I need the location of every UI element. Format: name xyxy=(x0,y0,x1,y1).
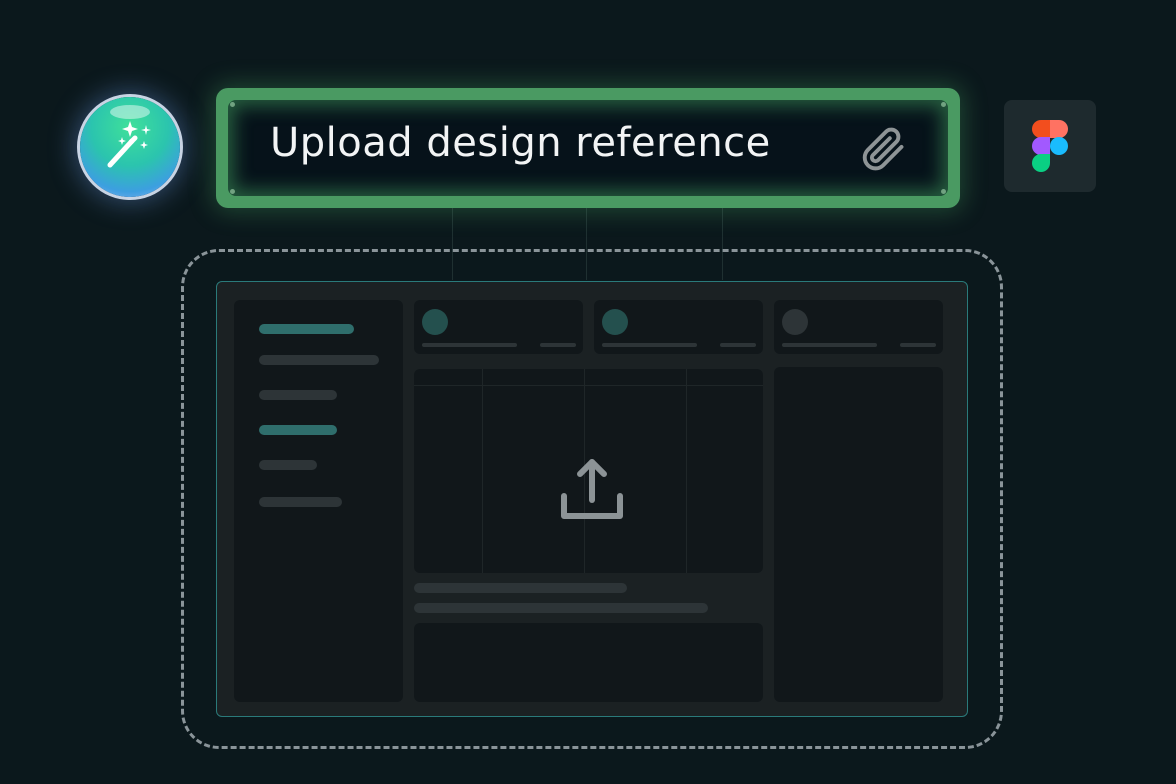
mock-bottom-panel xyxy=(414,623,763,702)
mock-grid-line xyxy=(686,369,687,573)
mock-avatar xyxy=(782,309,808,335)
magic-wand-icon xyxy=(107,121,151,168)
mock-text-line xyxy=(414,583,627,593)
mock-card-line xyxy=(540,343,576,347)
figma-logo-icon xyxy=(1032,120,1068,172)
mock-nav-bar xyxy=(259,460,317,470)
mock-card-line xyxy=(720,343,756,347)
figma-button[interactable] xyxy=(1004,100,1096,192)
upload-prompt-label: Upload design reference xyxy=(270,120,771,166)
corner-dot xyxy=(230,189,235,194)
mock-avatar xyxy=(422,309,448,335)
mock-stat-card xyxy=(774,300,943,354)
mock-stat-card xyxy=(594,300,763,354)
upload-icon[interactable] xyxy=(559,456,625,522)
corner-dot xyxy=(941,189,946,194)
mock-text-line xyxy=(414,603,708,613)
mock-card-line xyxy=(422,343,517,347)
magic-wand-orb[interactable] xyxy=(80,97,180,197)
design-preview-mockup xyxy=(216,281,968,717)
mock-nav-bar xyxy=(259,324,354,334)
upload-prompt-inner: Upload design reference xyxy=(228,100,948,196)
mock-nav-bar xyxy=(259,390,337,400)
mock-nav-bar xyxy=(259,497,342,507)
mock-card-line xyxy=(602,343,697,347)
mock-sidebar xyxy=(234,300,403,702)
mock-grid-line xyxy=(414,385,763,386)
mock-grid-line xyxy=(482,369,483,573)
mock-nav-bar xyxy=(259,425,337,435)
mock-stat-card xyxy=(414,300,583,354)
mock-card-line xyxy=(900,343,936,347)
mock-avatar xyxy=(602,309,628,335)
upload-prompt-bar[interactable]: Upload design reference xyxy=(216,88,960,208)
mock-right-panel xyxy=(774,367,943,702)
corner-dot xyxy=(230,102,235,107)
mock-card-line xyxy=(782,343,877,347)
corner-dot xyxy=(941,102,946,107)
paperclip-icon[interactable] xyxy=(856,122,908,174)
mock-nav-bar xyxy=(259,355,379,365)
